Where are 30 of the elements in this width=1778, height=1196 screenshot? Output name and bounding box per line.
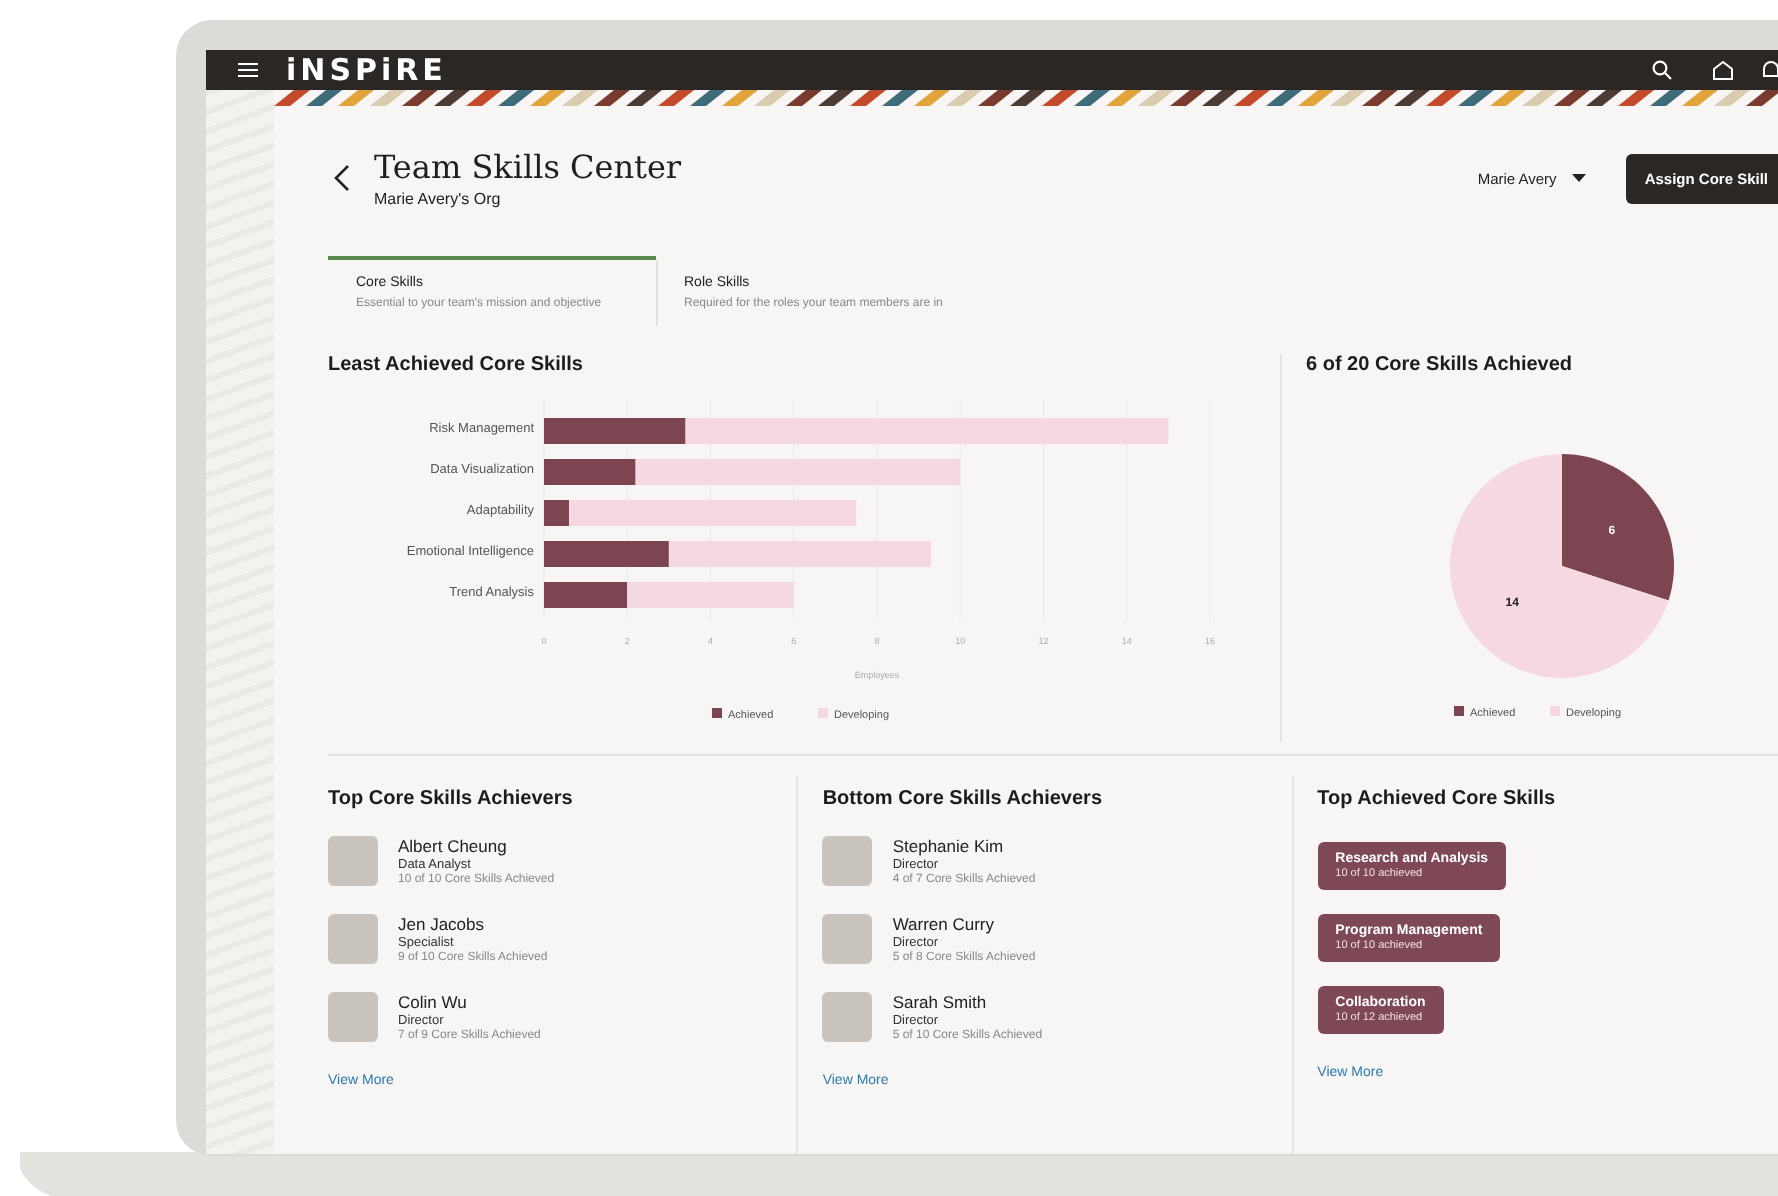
page-subtitle: Marie Avery's Org [374, 190, 503, 208]
avatar-placeholder [822, 836, 873, 886]
avatar-placeholder [328, 836, 378, 886]
person-name: Colin Wu [398, 992, 469, 1012]
bell-icon[interactable] [1762, 60, 1778, 80]
section-title: Top Core Skills Achievers [328, 788, 575, 810]
avatar-placeholder [822, 992, 873, 1042]
chart-title: 6 of 20 Core Skills Achieved [1306, 354, 1575, 376]
person-name: Sarah Smith [892, 992, 989, 1012]
legend-swatch [818, 708, 828, 718]
caret-icon [1572, 174, 1587, 182]
chart-title: Least Achieved Core Skills [328, 354, 585, 376]
avatar-placeholder [328, 992, 378, 1042]
section-title: Bottom Core Skills Achievers [822, 788, 1105, 810]
page-title: Team Skills Center [374, 148, 684, 186]
person-name: Stephanie Kim [892, 836, 1006, 856]
app-logo: iNSPiRE [286, 52, 449, 88]
search-icon[interactable] [1652, 60, 1672, 80]
legend-swatch [712, 708, 722, 718]
section-title: Top Achieved Core Skills [1317, 788, 1558, 810]
person-name: Jen Jacobs [398, 914, 486, 934]
legend-swatch [1454, 706, 1464, 716]
home-icon[interactable] [1712, 60, 1734, 80]
avatar-placeholder [328, 914, 378, 964]
avatar-placeholder [822, 914, 873, 964]
person-name: Albert Cheung [398, 836, 509, 856]
legend-swatch [1550, 706, 1560, 716]
menu-icon[interactable] [238, 62, 258, 78]
person-name: Warren Curry [892, 914, 997, 934]
back-icon[interactable] [334, 164, 350, 192]
